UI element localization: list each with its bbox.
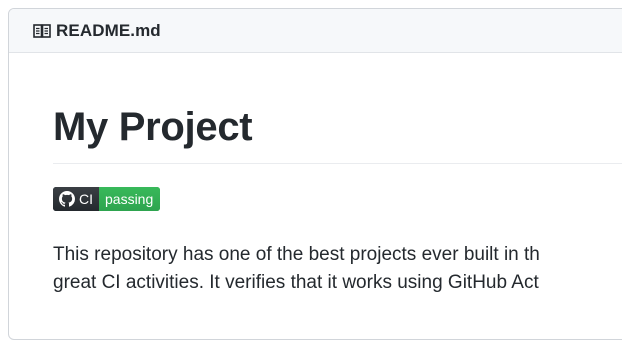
description-paragraph: This repository has one of the best proj… xyxy=(53,241,622,297)
description-line-2: great CI activities. It verifies that it… xyxy=(53,272,539,293)
description-line-1: This repository has one of the best proj… xyxy=(53,244,540,265)
badge-label-section: CI xyxy=(53,187,99,211)
ci-status-badge[interactable]: CI passing xyxy=(53,187,161,211)
page-title: My Project xyxy=(53,105,253,149)
readme-body: My Project CI passing This repository ha… xyxy=(9,103,622,297)
title-divider xyxy=(53,163,622,164)
readme-container: README.md My Project CI passing This rep… xyxy=(8,8,622,340)
readme-header: README.md xyxy=(9,9,622,53)
book-icon xyxy=(33,23,51,39)
github-icon xyxy=(59,191,75,207)
badge-status: passing xyxy=(99,187,161,211)
readme-filename: README.md xyxy=(56,20,161,40)
badge-label: CI xyxy=(79,191,93,207)
